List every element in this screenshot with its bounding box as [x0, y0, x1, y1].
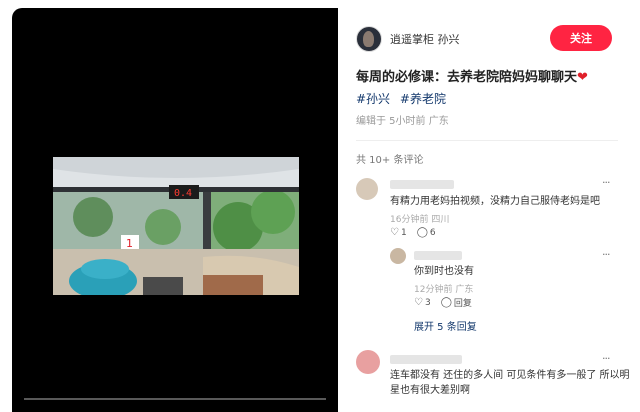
divider [356, 140, 618, 141]
sign-number: 1 [126, 237, 133, 250]
author-info[interactable]: 逍遥掌柜 孙兴 [356, 26, 460, 52]
note-detail-panel: 逍遥掌柜 孙兴 关注 每周的必修课：去养老院陪妈妈聊聊天❤ #孙兴 #养老院 编… [338, 8, 630, 412]
note-edit-meta: 编辑于 5小时前 广东 [356, 116, 449, 127]
commenter-name-blurred[interactable] [390, 180, 454, 189]
comment-meta: 16分钟前 四川 [390, 215, 450, 225]
follow-button[interactable]: 关注 [550, 25, 612, 51]
reply-button[interactable]: 回复 [454, 296, 472, 309]
comment-actions: ♡ 1 ◯ 6 [390, 227, 436, 238]
comment-text-line2: 星也有很大差别啊 [390, 385, 470, 396]
author-name[interactable]: 逍遥掌柜 孙兴 [390, 31, 460, 47]
heart-outline-icon[interactable]: ♡ [390, 227, 399, 238]
note-title: 每周的必修课：去养老院陪妈妈聊聊天❤ [356, 66, 588, 85]
reply-text: 你到时也没有 [414, 266, 474, 277]
tag-link[interactable]: #养老院 [400, 92, 446, 106]
note-viewer: 0.4 1 逍遥掌柜 孙兴 关注 每周的必修课：去养老院陪妈妈聊聊天❤ #孙兴 … [0, 0, 640, 412]
tag-link[interactable]: #孙兴 [356, 92, 390, 106]
video-player[interactable]: 0.4 1 [12, 8, 338, 412]
commenter-avatar[interactable] [356, 178, 378, 200]
author-avatar[interactable] [356, 26, 382, 52]
display-digits: 0.4 [174, 188, 192, 199]
expand-replies-link[interactable]: 展开 5 条回复 [414, 318, 477, 333]
video-frame[interactable]: 0.4 1 [53, 157, 299, 295]
commenter-name-blurred[interactable] [390, 355, 462, 364]
replier-name-blurred[interactable] [414, 251, 462, 260]
comment-text-line1: 连车都没有 还住的多人间 可见条件有多一般了 所以明 [390, 370, 630, 381]
like-count: 1 [400, 227, 407, 238]
comment-text: 有精力用老妈拍视频，没精力自己服侍老妈是吧 [390, 196, 600, 207]
comment-bubble-icon[interactable]: ◯ [417, 227, 428, 238]
video-progress-bar[interactable] [24, 398, 326, 400]
tag-list: #孙兴 #养老院 [356, 90, 452, 107]
reply-meta: 12分钟前 广东 [414, 285, 474, 295]
note-title-text: 每周的必修课：去养老院陪妈妈聊聊天 [356, 70, 578, 85]
reply-count: 6 [429, 227, 436, 238]
like-count: 3 [424, 297, 431, 308]
more-dots-icon[interactable]: ··· [602, 176, 610, 189]
heart-outline-icon[interactable]: ♡ [414, 297, 423, 308]
video-still: 0.4 1 [53, 157, 299, 295]
comment-bubble-icon[interactable]: ◯ [441, 297, 452, 308]
commenter-avatar[interactable] [356, 350, 380, 374]
more-dots-icon[interactable]: ··· [602, 352, 610, 365]
reply-actions: ♡ 3 ◯ 回复 [414, 296, 472, 309]
heart-emoji-icon: ❤ [577, 70, 588, 85]
replier-avatar[interactable] [390, 248, 406, 264]
more-dots-icon[interactable]: ··· [602, 248, 610, 261]
comment-count: 共 10+ 条评论 [356, 155, 424, 166]
